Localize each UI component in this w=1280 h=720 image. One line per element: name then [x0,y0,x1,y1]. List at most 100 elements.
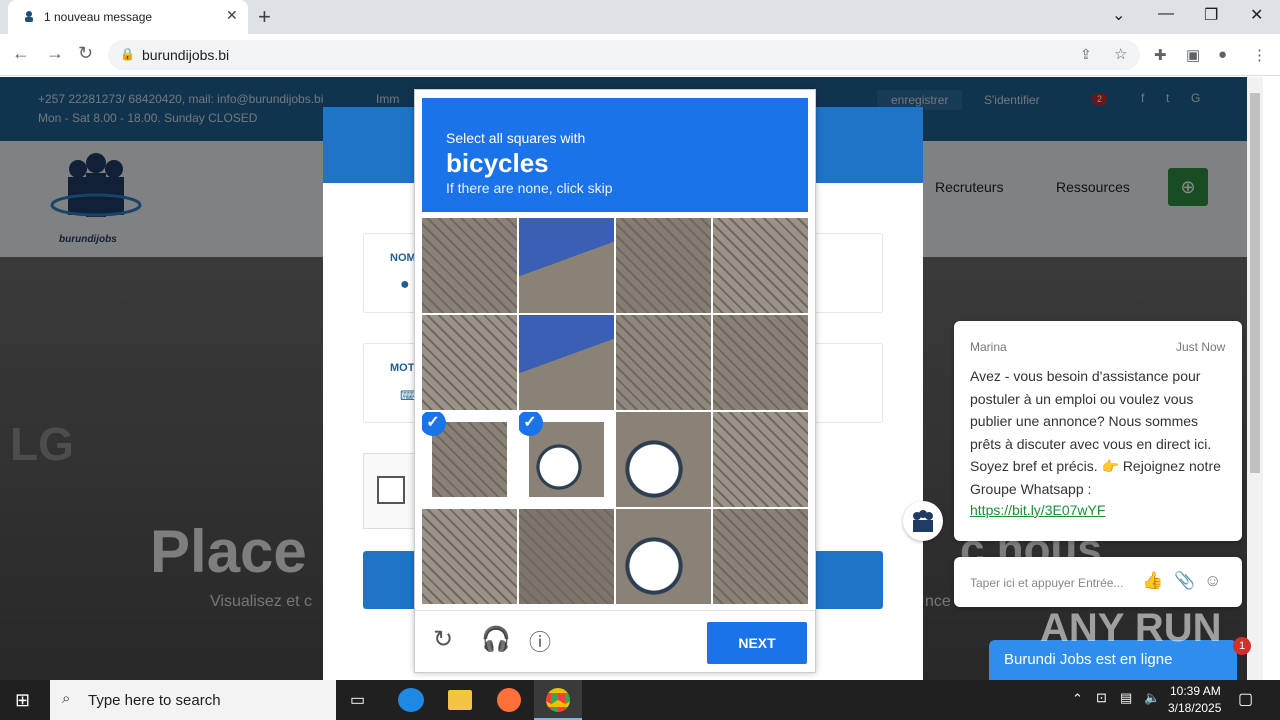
next-button[interactable]: NEXT [707,622,807,664]
profile-icon[interactable]: ● [1218,46,1227,63]
captcha-tile-image [713,509,808,604]
window-close-icon[interactable]: ✕ [1250,5,1263,25]
captcha-target: bicycles [446,148,549,178]
reload-challenge-icon[interactable]: ↻ [433,625,453,654]
chat-input-bar[interactable]: Taper ici et appuyer Entrée... 👍 📎 ☺ [954,557,1242,607]
volume-icon[interactable]: 🔈 [1144,690,1160,706]
info-icon[interactable]: ⓘ [529,625,551,657]
task-view-icon[interactable]: ▭ [350,690,365,710]
audio-challenge-icon[interactable]: 🎧 [481,625,511,654]
captcha-tile[interactable]: ✓ [422,412,517,507]
captcha-tile[interactable] [616,218,711,313]
site-favicon-icon [25,11,33,22]
browser-toolbar: ← → ↻ 🔒 burundijobs.bi ⇪ ☆ ✚ ▣ ● ⋮ [0,34,1280,76]
captcha-challenge: Select all squares with bicycles If ther… [414,89,816,673]
emoji-icon[interactable]: ☺ [1204,571,1221,591]
captcha-tile[interactable] [713,412,808,507]
attach-icon[interactable]: 📎 [1174,571,1195,591]
captcha-tile-image [616,509,711,604]
firefox-icon[interactable] [497,688,521,712]
page-scrollbar[interactable] [1247,77,1263,680]
captcha-tile-image [713,412,808,507]
captcha-tile[interactable]: ✓ [519,412,614,507]
back-icon[interactable]: ← [12,43,30,64]
captcha-tile[interactable] [519,315,614,410]
clock-date[interactable]: 3/18/2025 [1168,701,1221,715]
chat-status-text: Burundi Jobs est en ligne [1004,651,1173,668]
lock-icon: 🔒 [120,47,135,61]
url-text: burundijobs.bi [142,47,230,63]
captcha-tile-image [529,422,604,497]
captcha-tile-image [519,218,614,313]
thumbs-up-icon[interactable]: 👍 [1142,571,1163,591]
captcha-tile[interactable] [616,509,711,604]
clock-time[interactable]: 10:39 AM [1170,684,1221,698]
chat-agent-avatar [903,501,943,541]
chat-unread-badge: 1 [1233,637,1251,655]
captcha-instructions: Select all squares with bicycles If ther… [422,98,808,212]
minimize-icon[interactable]: — [1158,5,1174,23]
captcha-tile[interactable] [519,218,614,313]
new-tab-icon[interactable]: + [258,4,271,30]
captcha-tile[interactable] [616,412,711,507]
captcha-tile[interactable] [422,218,517,313]
captcha-tile-image [616,218,711,313]
extensions-icon[interactable]: ✚ [1154,46,1167,64]
search-placeholder: Type here to search [88,692,221,709]
browser-tab-strip: 1 nouveau message ✕ + ⌄ — ❐ ✕ [0,0,1280,34]
chat-message-text: Avez - vous besoin d'assistance pour pos… [970,368,1221,497]
captcha-image-grid: ✓ ✓ [422,218,808,604]
forward-icon[interactable]: → [46,43,64,64]
chat-input-placeholder: Taper ici et appuyer Entrée... [970,576,1124,590]
wifi-icon[interactable]: ▤ [1120,690,1132,706]
user-icon: ● [400,276,410,293]
tab-close-icon[interactable]: ✕ [226,7,238,24]
agent-avatar-icon [913,510,933,532]
captcha-tile[interactable] [616,315,711,410]
anyrun-watermark: ANY RUN [1040,606,1222,650]
captcha-tile-image [616,412,711,507]
captcha-tile[interactable] [422,509,517,604]
tray-chevron-icon[interactable]: ⌃ [1072,691,1083,707]
scrollbar-thumb[interactable] [1250,93,1260,473]
network-icon[interactable]: ⊡ [1096,690,1107,706]
windows-start-icon[interactable]: ⊞ [15,690,30,711]
chat-message-bubble: Marina Just Now Avez - vous besoin d'ass… [954,321,1242,541]
captcha-tile[interactable] [519,509,614,604]
captcha-tile-image [713,315,808,410]
menu-icon[interactable]: ⋮ [1252,46,1267,64]
captcha-tile[interactable] [713,218,808,313]
tab-title: 1 nouveau message [44,10,153,24]
recaptcha-checkbox[interactable] [377,476,405,504]
chat-agent-name: Marina [970,340,1007,354]
captcha-footer: ↻ 🎧 ⓘ NEXT [415,610,815,672]
bookmark-star-icon[interactable]: ☆ [1114,45,1127,63]
captcha-tile-image [422,218,517,313]
file-explorer-icon[interactable] [448,690,472,710]
captcha-tile[interactable] [713,315,808,410]
captcha-tile-image [519,509,614,604]
share-icon[interactable]: ⇪ [1080,46,1092,63]
address-bar[interactable]: 🔒 burundijobs.bi ⇪ ☆ [108,40,1140,70]
captcha-line-3: If there are none, click skip [446,180,613,196]
reload-icon[interactable]: ↻ [78,43,93,64]
chrome-icon [546,688,570,712]
captcha-tile-image [422,315,517,410]
edge-icon[interactable] [398,688,424,712]
whatsapp-link[interactable]: https://bit.ly/3E07wYF [970,502,1105,518]
tab-search-icon[interactable]: ⌄ [1112,5,1125,25]
captcha-tile-image [616,315,711,410]
password-field-label: MOT [390,362,415,374]
captcha-tile-image [713,218,808,313]
captcha-tile-image [432,422,507,497]
captcha-tile[interactable] [713,509,808,604]
captcha-tile[interactable] [422,315,517,410]
chrome-taskbar-button[interactable] [534,680,582,720]
notifications-icon[interactable]: ▢ [1238,689,1253,709]
restore-icon[interactable]: ❐ [1204,5,1218,25]
taskbar-search[interactable]: ⌕ Type here to search [50,680,336,720]
windows-taskbar: ⊞ ⌕ Type here to search ▭ ⌃ ⊡ ▤ 🔈 10:39 … [0,680,1280,720]
side-panel-icon[interactable]: ▣ [1186,46,1200,64]
browser-tab[interactable]: 1 nouveau message ✕ [8,0,248,34]
name-field-label: NOM [390,252,416,264]
